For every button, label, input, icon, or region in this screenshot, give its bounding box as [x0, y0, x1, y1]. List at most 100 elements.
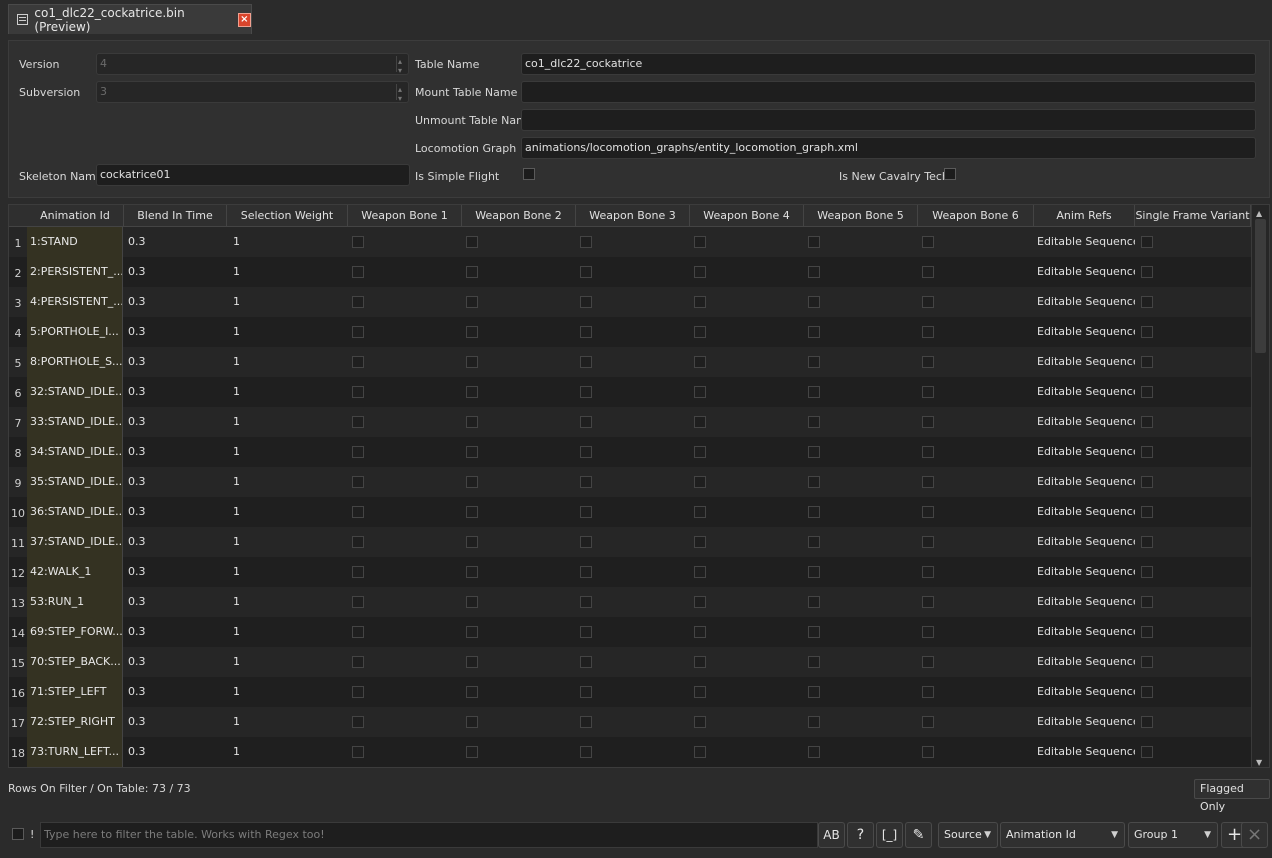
selection-weight-cell[interactable]: 1	[229, 497, 348, 527]
selection-weight-cell[interactable]: 1	[229, 317, 348, 347]
column-header[interactable]: Anim Refs	[1034, 205, 1135, 227]
weapon-bone-2-checkbox[interactable]	[466, 326, 478, 338]
blend-in-time-cell[interactable]: 0.3	[124, 407, 227, 437]
anim-refs-cell[interactable]: Editable Sequence	[1033, 677, 1135, 707]
locomotion-graph-field[interactable]: animations/locomotion_graphs/entity_loco…	[521, 137, 1256, 159]
weapon-bone-6-checkbox[interactable]	[922, 656, 934, 668]
weapon-bone-3-checkbox[interactable]	[580, 596, 592, 608]
weapon-bone-2-checkbox[interactable]	[466, 506, 478, 518]
weapon-bone-1-checkbox[interactable]	[352, 356, 364, 368]
selection-weight-cell[interactable]: 1	[229, 617, 348, 647]
blend-in-time-cell[interactable]: 0.3	[124, 437, 227, 467]
column-select[interactable]: Animation Id ▼	[1000, 822, 1125, 848]
table-row[interactable]: 7 33:STAND_IDLE... 0.3 1 Editable Sequence	[9, 407, 1251, 437]
simple-flight-checkbox[interactable]	[523, 168, 535, 180]
animation-id-cell[interactable]: 33:STAND_IDLE...	[27, 407, 123, 437]
selection-weight-cell[interactable]: 1	[229, 437, 348, 467]
row-number[interactable]: 8	[9, 437, 27, 467]
blend-in-time-cell[interactable]: 0.3	[124, 287, 227, 317]
single-frame-variant-checkbox[interactable]	[1141, 656, 1153, 668]
weapon-bone-5-checkbox[interactable]	[808, 266, 820, 278]
single-frame-variant-checkbox[interactable]	[1141, 506, 1153, 518]
weapon-bone-6-checkbox[interactable]	[922, 566, 934, 578]
weapon-bone-6-checkbox[interactable]	[922, 386, 934, 398]
remove-filter-button[interactable]: ×	[1241, 822, 1268, 848]
weapon-bone-1-checkbox[interactable]	[352, 236, 364, 248]
animation-id-cell[interactable]: 71:STEP_LEFT	[27, 677, 123, 707]
weapon-bone-3-checkbox[interactable]	[580, 356, 592, 368]
animation-id-cell[interactable]: 53:RUN_1	[27, 587, 123, 617]
subversion-spinner-icon[interactable]	[396, 82, 406, 102]
weapon-bone-4-checkbox[interactable]	[694, 266, 706, 278]
selection-weight-cell[interactable]: 1	[229, 737, 348, 767]
weapon-bone-2-checkbox[interactable]	[466, 296, 478, 308]
weapon-bone-6-checkbox[interactable]	[922, 626, 934, 638]
blend-in-time-cell[interactable]: 0.3	[124, 677, 227, 707]
weapon-bone-2-checkbox[interactable]	[466, 686, 478, 698]
weapon-bone-4-checkbox[interactable]	[694, 746, 706, 758]
single-frame-variant-checkbox[interactable]	[1141, 326, 1153, 338]
table-row[interactable]: 5 8:PORTHOLE_S... 0.3 1 Editable Sequence	[9, 347, 1251, 377]
weapon-bone-2-checkbox[interactable]	[466, 266, 478, 278]
version-field[interactable]: 4	[96, 53, 409, 75]
table-row[interactable]: 8 34:STAND_IDLE... 0.3 1 Editable Sequence	[9, 437, 1251, 467]
anim-refs-cell[interactable]: Editable Sequence	[1033, 377, 1135, 407]
row-number[interactable]: 18	[9, 737, 27, 767]
weapon-bone-6-checkbox[interactable]	[922, 596, 934, 608]
blend-in-time-cell[interactable]: 0.3	[124, 557, 227, 587]
weapon-bone-2-checkbox[interactable]	[466, 446, 478, 458]
weapon-bone-1-checkbox[interactable]	[352, 596, 364, 608]
weapon-bone-6-checkbox[interactable]	[922, 476, 934, 488]
table-row[interactable]: 1 1:STAND 0.3 1 Editable Sequence	[9, 227, 1251, 257]
anim-refs-cell[interactable]: Editable Sequence	[1033, 317, 1135, 347]
close-tab-icon[interactable]: ×	[237, 12, 251, 27]
file-tab[interactable]: co1_dlc22_cockatrice.bin (Preview) ×	[8, 4, 252, 34]
weapon-bone-2-checkbox[interactable]	[466, 476, 478, 488]
weapon-bone-3-checkbox[interactable]	[580, 626, 592, 638]
selection-weight-cell[interactable]: 1	[229, 227, 348, 257]
weapon-bone-6-checkbox[interactable]	[922, 326, 934, 338]
anim-refs-cell[interactable]: Editable Sequence	[1033, 437, 1135, 467]
regex-button[interactable]: ?	[847, 822, 874, 848]
weapon-bone-5-checkbox[interactable]	[808, 236, 820, 248]
weapon-bone-3-checkbox[interactable]	[580, 266, 592, 278]
weapon-bone-4-checkbox[interactable]	[694, 536, 706, 548]
table-row[interactable]: 12 42:WALK_1 0.3 1 Editable Sequence	[9, 557, 1251, 587]
selection-weight-cell[interactable]: 1	[229, 287, 348, 317]
weapon-bone-2-checkbox[interactable]	[466, 716, 478, 728]
animation-id-cell[interactable]: 36:STAND_IDLE...	[27, 497, 123, 527]
row-number[interactable]: 5	[9, 347, 27, 377]
selection-weight-cell[interactable]: 1	[229, 407, 348, 437]
column-header[interactable]: Animation Id	[27, 205, 124, 227]
weapon-bone-6-checkbox[interactable]	[922, 506, 934, 518]
weapon-bone-4-checkbox[interactable]	[694, 236, 706, 248]
row-number[interactable]: 1	[9, 227, 27, 257]
new-cavalry-tech-checkbox[interactable]	[944, 168, 956, 180]
selection-weight-cell[interactable]: 1	[229, 257, 348, 287]
weapon-bone-1-checkbox[interactable]	[352, 476, 364, 488]
unmount-table-name-field[interactable]	[521, 109, 1256, 131]
weapon-bone-6-checkbox[interactable]	[922, 236, 934, 248]
anim-refs-cell[interactable]: Editable Sequence	[1033, 497, 1135, 527]
weapon-bone-5-checkbox[interactable]	[808, 536, 820, 548]
weapon-bone-2-checkbox[interactable]	[466, 626, 478, 638]
column-header[interactable]: Blend In Time	[124, 205, 227, 227]
column-header[interactable]: Weapon Bone 5	[804, 205, 918, 227]
table-name-field[interactable]: co1_dlc22_cockatrice	[521, 53, 1256, 75]
weapon-bone-6-checkbox[interactable]	[922, 536, 934, 548]
table-row[interactable]: 4 5:PORTHOLE_I... 0.3 1 Editable Sequence	[9, 317, 1251, 347]
animation-id-cell[interactable]: 4:PERSISTENT_...	[27, 287, 123, 317]
skeleton-name-field[interactable]: cockatrice01	[96, 164, 410, 186]
anim-refs-cell[interactable]: Editable Sequence	[1033, 617, 1135, 647]
selection-weight-cell[interactable]: 1	[229, 677, 348, 707]
blend-in-time-cell[interactable]: 0.3	[124, 707, 227, 737]
blend-in-time-cell[interactable]: 0.3	[124, 587, 227, 617]
row-number[interactable]: 17	[9, 707, 27, 737]
weapon-bone-1-checkbox[interactable]	[352, 416, 364, 428]
weapon-bone-2-checkbox[interactable]	[466, 656, 478, 668]
scroll-up-icon[interactable]: ▲	[1256, 209, 1262, 218]
table-row[interactable]: 15 70:STEP_BACK... 0.3 1 Editable Sequence	[9, 647, 1251, 677]
row-number[interactable]: 12	[9, 557, 27, 587]
weapon-bone-1-checkbox[interactable]	[352, 656, 364, 668]
weapon-bone-4-checkbox[interactable]	[694, 656, 706, 668]
